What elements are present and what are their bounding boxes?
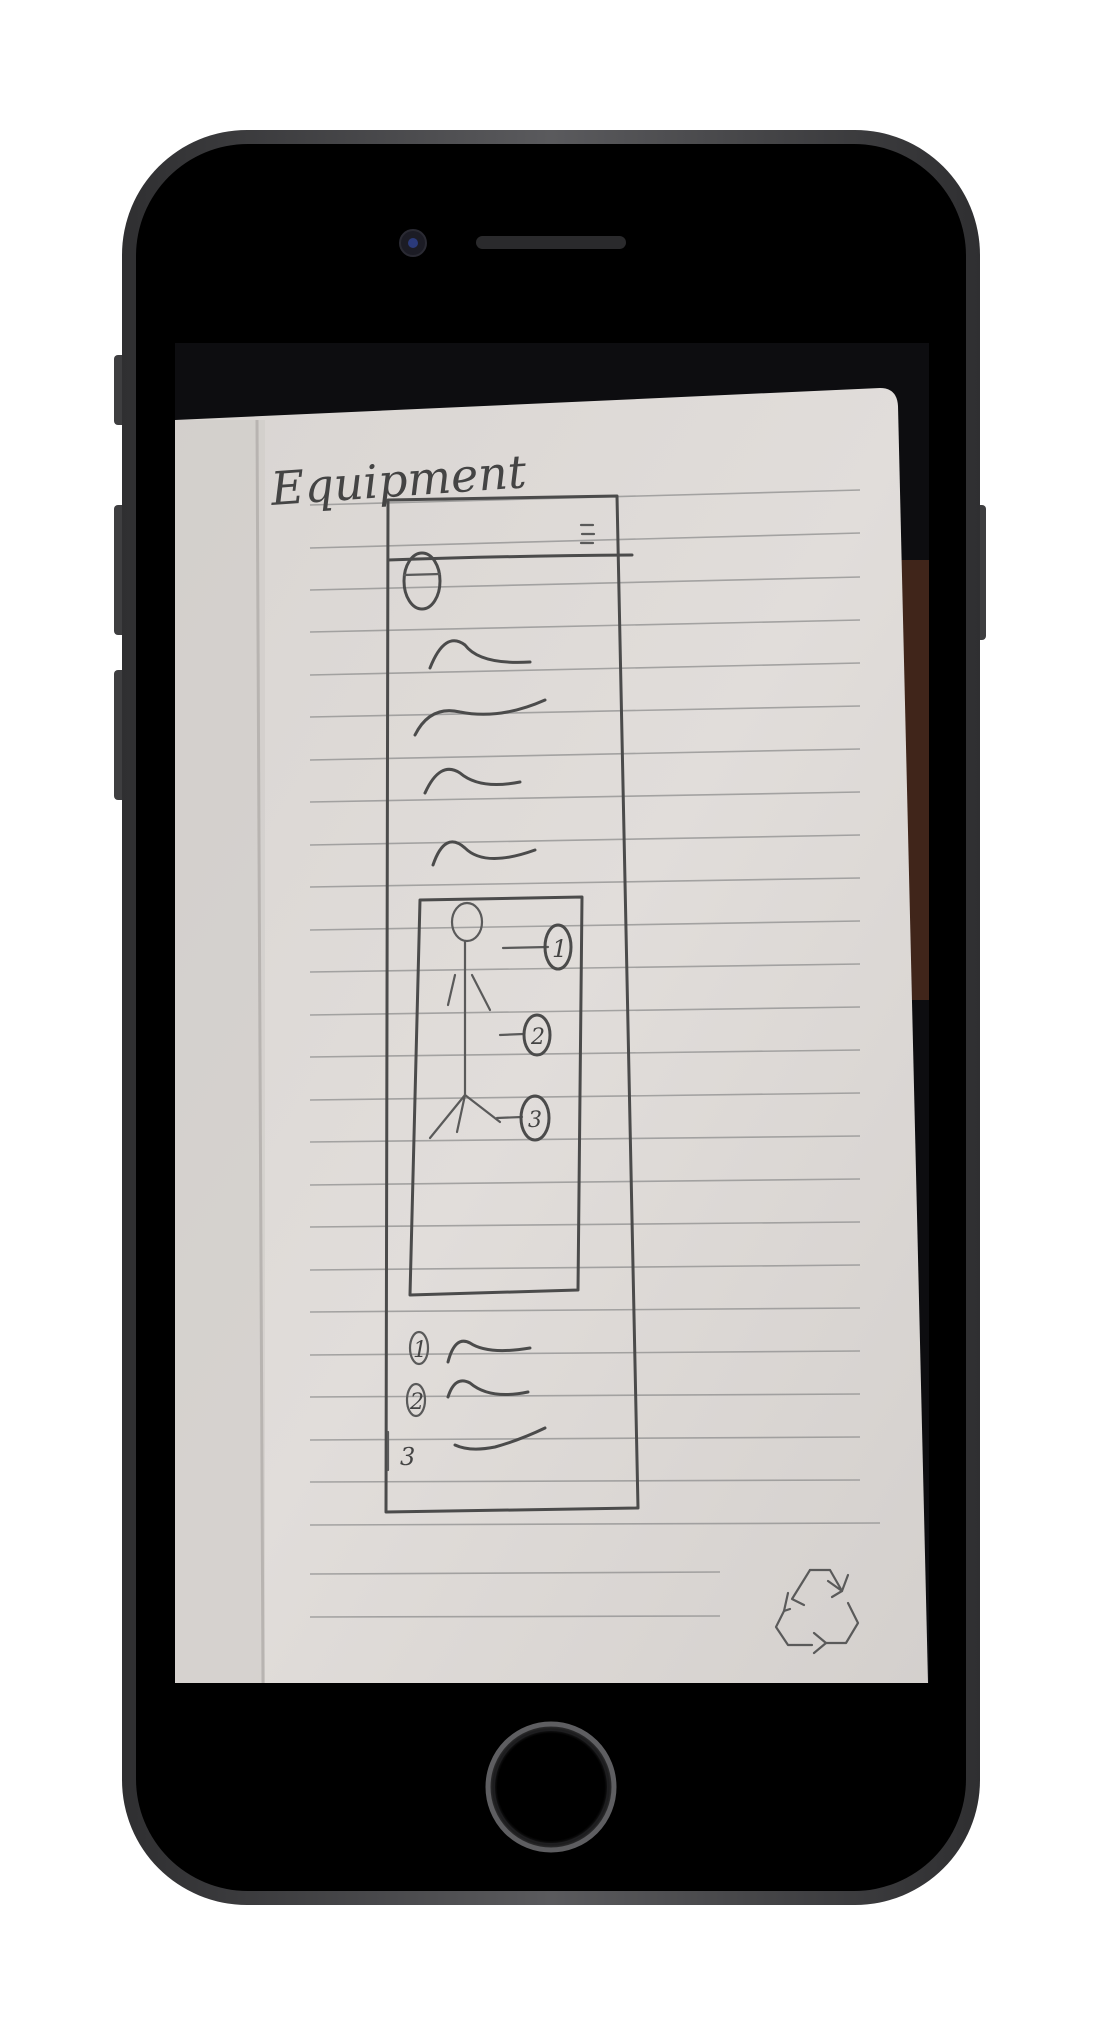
notebook-page [175, 388, 928, 1683]
svg-text:2: 2 [409, 1390, 424, 1415]
svg-text:1: 1 [413, 1338, 427, 1363]
screen: Equipment 1 2 3 1 2 3 [175, 343, 929, 1683]
camera-photo: Equipment 1 2 3 1 2 3 [175, 388, 929, 1683]
svg-text:3: 3 [400, 1443, 415, 1471]
phone-mockup: Equipment 1 2 3 1 2 3 [114, 130, 986, 1905]
svg-text:3: 3 [528, 1108, 542, 1133]
svg-text:1: 1 [552, 935, 567, 963]
svg-text:2: 2 [530, 1025, 545, 1050]
home-button[interactable] [485, 1721, 617, 1853]
earpiece-speaker [476, 236, 626, 249]
